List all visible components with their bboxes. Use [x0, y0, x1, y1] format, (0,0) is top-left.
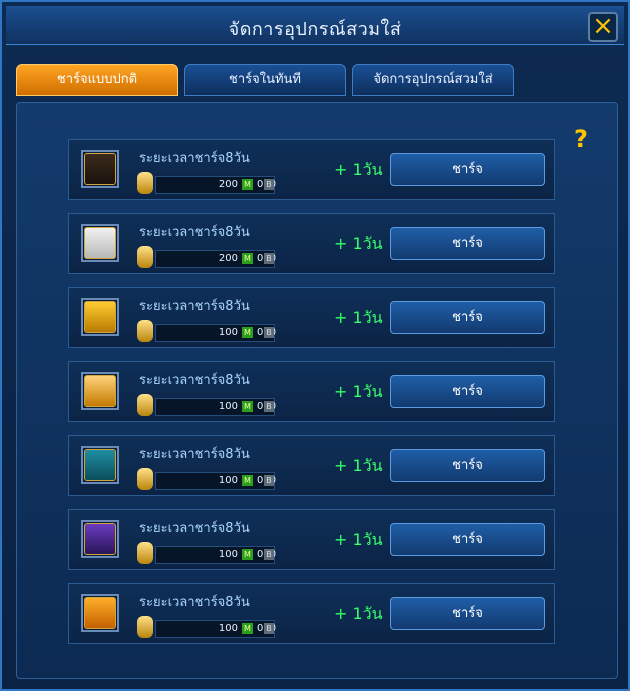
charge-button[interactable]: ชาร์จ	[390, 523, 545, 556]
boots-icon	[84, 301, 116, 333]
currency-m-badge: M	[242, 549, 253, 560]
coin-icon	[137, 320, 153, 342]
price-value: 100	[218, 623, 238, 634]
currency-m-badge: M	[242, 623, 253, 634]
coin-icon	[137, 394, 153, 416]
charge-duration-label: ระยะเวลาชาร์จ8วัน	[139, 521, 250, 536]
price-field: 100 M 000 B	[155, 620, 276, 638]
price-field: 100 M 000 B	[155, 324, 276, 342]
currency-m-badge: M	[242, 327, 253, 338]
item-icon-slot	[81, 594, 119, 632]
price-field: 100 M 000 B	[155, 398, 276, 416]
added-days-text: + 1วัน	[334, 530, 383, 549]
currency-b-badge: B	[264, 179, 274, 190]
tab-instant-charge[interactable]: ชาร์จในทันที	[184, 64, 346, 96]
coin-icon	[137, 468, 153, 490]
added-days-text: + 1วัน	[334, 456, 383, 475]
price-field: 200 M 000 B	[155, 176, 276, 194]
help-icon[interactable]: ?	[574, 125, 596, 153]
charge-row: ระยะเวลาชาร์จ8วัน 100 M 000 B + 1วัน ชาร…	[68, 509, 555, 570]
charge-duration-label: ระยะเวลาชาร์จ8วัน	[139, 225, 250, 240]
mask-icon	[84, 523, 116, 555]
charge-button[interactable]: ชาร์จ	[390, 375, 545, 408]
charge-duration-label: ระยะเวลาชาร์จ8วัน	[139, 595, 250, 610]
charge-button[interactable]: ชาร์จ	[390, 449, 545, 482]
currency-m-badge: M	[242, 253, 253, 264]
charge-duration-label: ระยะเวลาชาร์จ8วัน	[139, 373, 250, 388]
charge-row: ระยะเวลาชาร์จ8วัน 100 M 000 B + 1วัน ชาร…	[68, 361, 555, 422]
charge-duration-label: ระยะเวลาชาร์จ8วัน	[139, 299, 250, 314]
item-icon-slot	[81, 298, 119, 336]
close-icon[interactable]: ×	[588, 12, 618, 42]
charge-button[interactable]: ชาร์จ	[390, 301, 545, 334]
tab-bar: ชาร์จแบบปกติ ชาร์จในทันที จัดการอุปกรณ์ส…	[16, 64, 514, 96]
price-value: 200	[218, 253, 238, 264]
glove-icon	[84, 227, 116, 259]
item-icon-slot	[81, 150, 119, 188]
price-value: 200	[218, 179, 238, 190]
bouquet-icon	[84, 375, 116, 407]
coin-icon	[137, 616, 153, 638]
equipment-charge-window: จัดการอุปกรณ์สวมใส่ × ชาร์จแบบปกติ ชาร์จ…	[0, 0, 630, 691]
price-field: 100 M 000 B	[155, 472, 276, 490]
currency-m-badge: M	[242, 179, 253, 190]
charge-row: ระยะเวลาชาร์จ8วัน 200 M 000 B + 1วัน ชาร…	[68, 213, 555, 274]
armor-icon	[84, 153, 116, 185]
charge-button[interactable]: ชาร์จ	[390, 227, 545, 260]
currency-b-badge: B	[264, 327, 274, 338]
price-value: 100	[218, 549, 238, 560]
currency-m-badge: M	[242, 401, 253, 412]
price-field: 200 M 000 B	[155, 250, 276, 268]
currency-b-badge: B	[264, 253, 274, 264]
currency-m-badge: M	[242, 475, 253, 486]
charge-duration-label: ระยะเวลาชาร์จ8วัน	[139, 447, 250, 462]
currency-b-badge: B	[264, 475, 274, 486]
added-days-text: + 1วัน	[334, 160, 383, 179]
added-days-text: + 1วัน	[334, 308, 383, 327]
added-days-text: + 1วัน	[334, 382, 383, 401]
charge-button[interactable]: ชาร์จ	[390, 153, 545, 186]
currency-b-badge: B	[264, 401, 274, 412]
price-value: 100	[218, 401, 238, 412]
added-days-text: + 1วัน	[334, 604, 383, 623]
charge-row: ระยะเวลาชาร์จ8วัน 100 M 000 B + 1วัน ชาร…	[68, 583, 555, 644]
charge-row: ระยะเวลาชาร์จ8วัน 200 M 000 B + 1วัน ชาร…	[68, 139, 555, 200]
price-field: 100 M 000 B	[155, 546, 276, 564]
shoe-icon	[84, 597, 116, 629]
charge-row: ระยะเวลาชาร์จ8วัน 100 M 000 B + 1วัน ชาร…	[68, 435, 555, 496]
item-icon-slot	[81, 224, 119, 262]
charge-duration-label: ระยะเวลาชาร์จ8วัน	[139, 151, 250, 166]
charge-row: ระยะเวลาชาร์จ8วัน 100 M 000 B + 1วัน ชาร…	[68, 287, 555, 348]
window-title: จัดการอุปกรณ์สวมใส่	[228, 19, 402, 40]
tab-normal-charge[interactable]: ชาร์จแบบปกติ	[16, 64, 178, 96]
coin-icon	[137, 172, 153, 194]
witch-hat-icon	[84, 449, 116, 481]
price-value: 100	[218, 475, 238, 486]
title-bar: จัดการอุปกรณ์สวมใส่ ×	[6, 6, 624, 45]
item-icon-slot	[81, 446, 119, 484]
currency-b-badge: B	[264, 623, 274, 634]
currency-b-badge: B	[264, 549, 274, 560]
price-value: 100	[218, 327, 238, 338]
coin-icon	[137, 542, 153, 564]
charge-button[interactable]: ชาร์จ	[390, 597, 545, 630]
item-icon-slot	[81, 372, 119, 410]
tab-manage-equipment[interactable]: จัดการอุปกรณ์สวมใส่	[352, 64, 514, 96]
added-days-text: + 1วัน	[334, 234, 383, 253]
coin-icon	[137, 246, 153, 268]
item-icon-slot	[81, 520, 119, 558]
